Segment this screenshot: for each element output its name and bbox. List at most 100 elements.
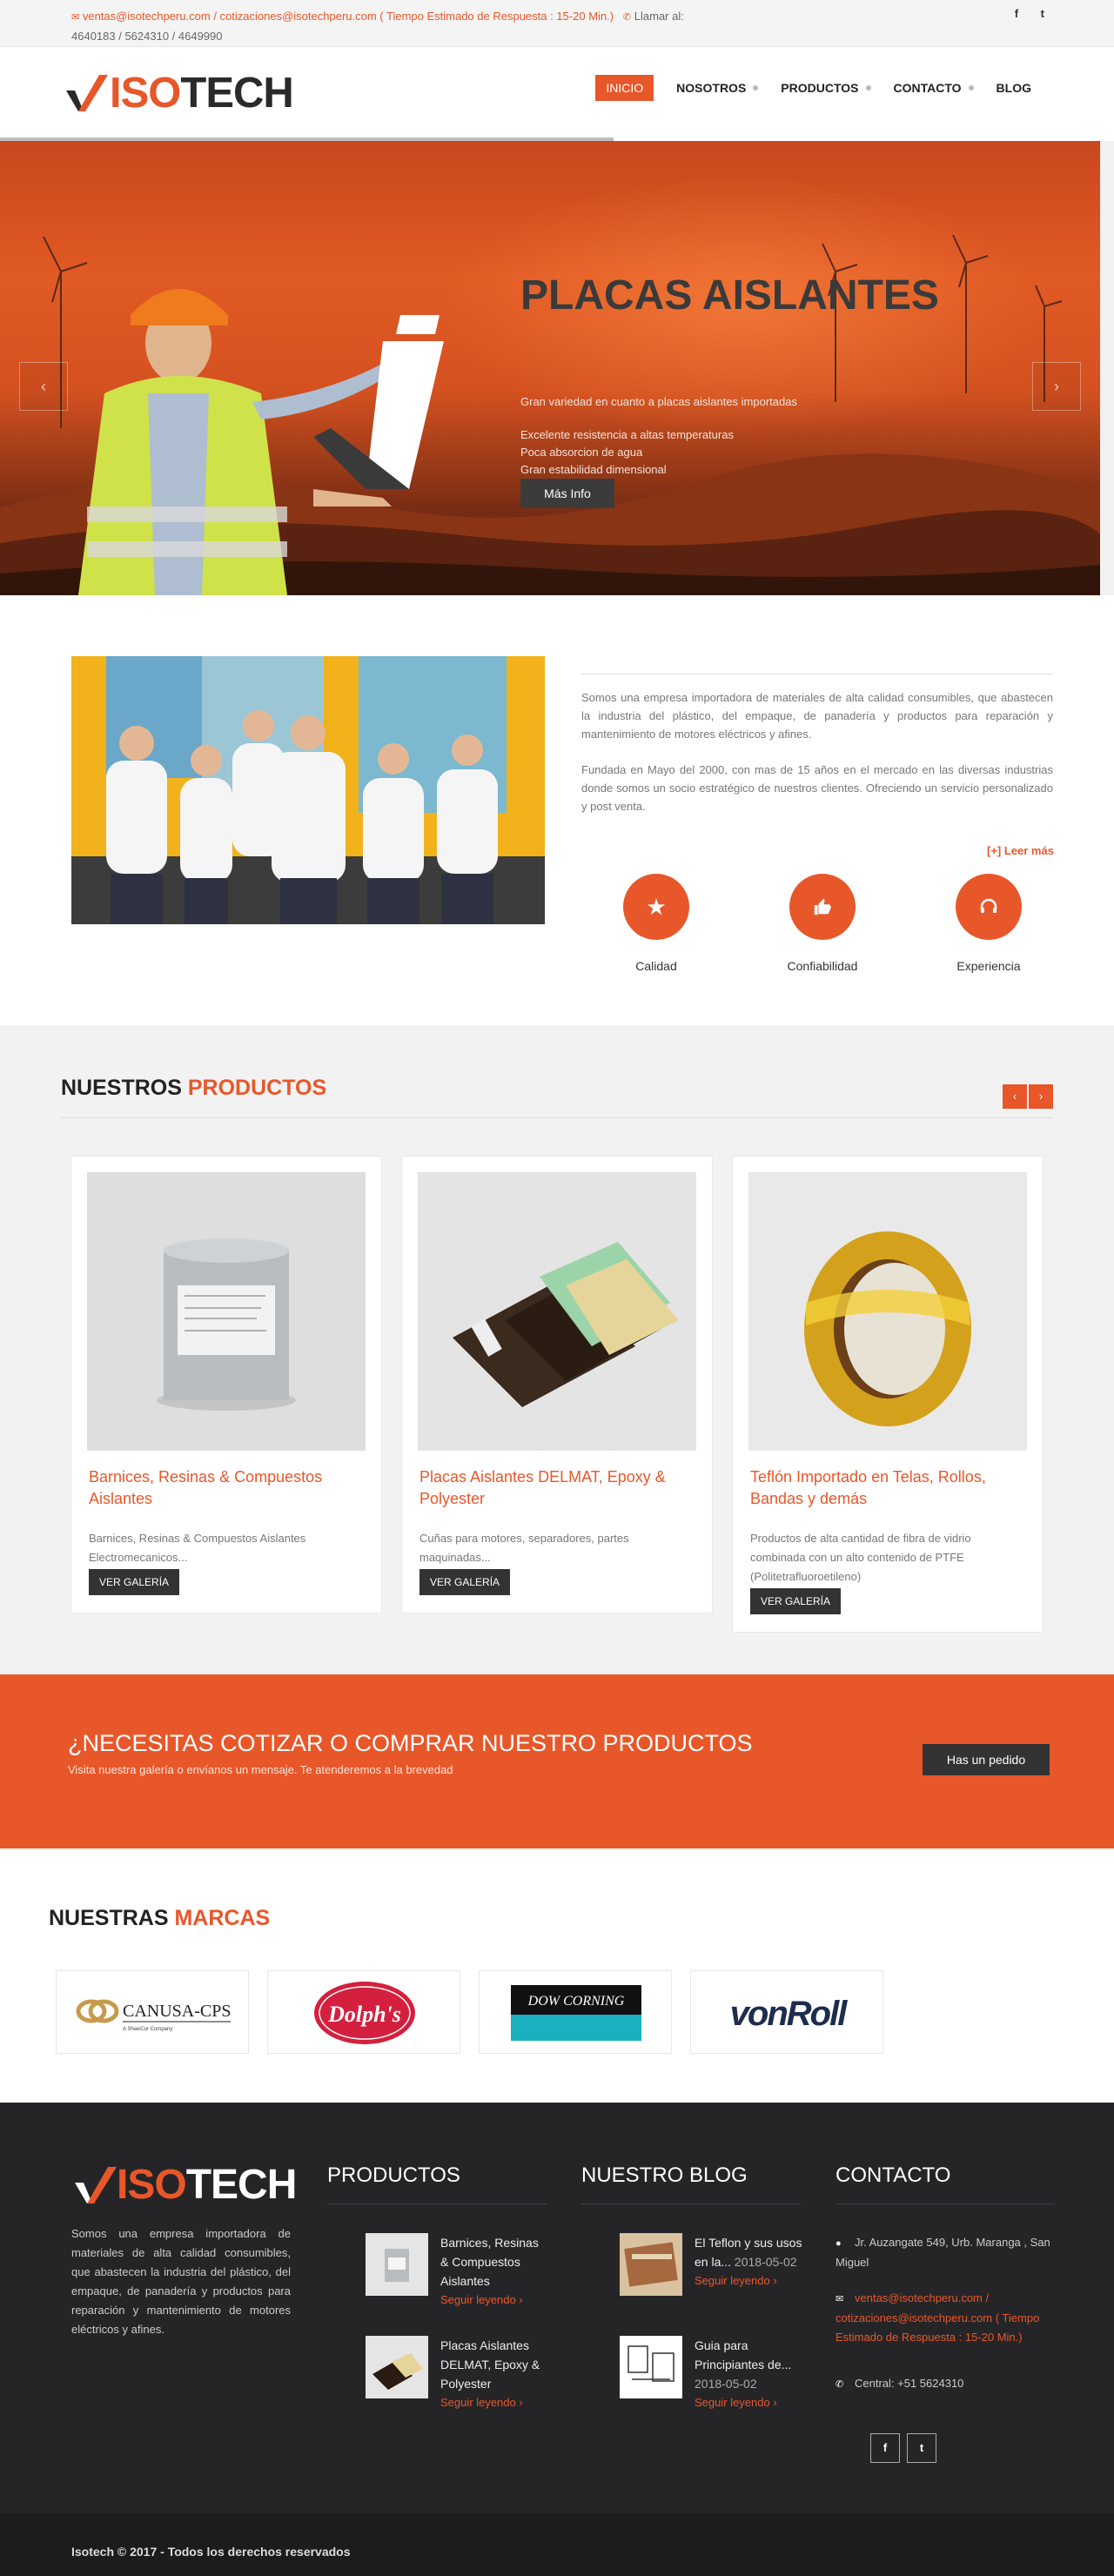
products-heading: NUESTROS PRODUCTOS [61,1076,327,1100]
hero-text: Gran variedad en cuanto a placas aislant… [520,395,797,476]
hero-more-info-button[interactable]: Más Info [520,479,614,508]
brand-vonroll[interactable]: vonRoll [690,1970,883,2054]
product-image-plates[interactable] [418,1172,696,1451]
feature-experiencia: Experiencia [928,874,1050,973]
svg-text:A ShawCor Company: A ShawCor Company [123,2027,172,2032]
main-nav: INICIO NOSOTROS PRODUCTOS CONTACTO BLOG [573,75,1031,101]
nav-nosotros[interactable]: NOSOTROS [676,81,759,95]
map-marker-icon: ● [836,2238,842,2249]
twitter-icon[interactable]: t [1041,7,1044,20]
top-bar: ✉ ventas@isotechperu.com / cotizaciones@… [0,0,1114,47]
dropdown-dot-icon [865,85,871,91]
product-title[interactable]: Teflón Importado en Telas, Rollos, Banda… [750,1466,1025,1522]
footer-social: ft [870,2433,943,2463]
products-next-icon[interactable]: › [1029,1084,1053,1109]
order-button[interactable]: Has un pedido [923,1744,1050,1775]
product-title[interactable]: Barnices, Resinas & Compuestos Aislantes [89,1466,364,1522]
phone-icon: ✆ [836,2379,844,2390]
brands-heading: NUESTRAS MARCAS [49,1906,271,1930]
logo-text: ISOTECH [110,70,294,117]
product-card[interactable]: Barnices, Resinas & Compuestos Aislantes… [70,1156,382,1613]
cta-banner: ¿NECESITAS COTIZAR O COMPRAR NUESTRO PRO… [0,1674,1114,1848]
svg-text:CANUSA-CPS: CANUSA-CPS [123,2002,231,2021]
footer-email: ✉ ventas@isotechperu.com / cotizaciones@i… [836,2291,1040,2344]
about-section: Somos una empresa importadora de materia… [0,595,1114,1025]
page-scrollbar[interactable] [1100,141,1114,595]
footer-phone: ✆ Central: +51 5624310 [836,2374,1053,2394]
product-card[interactable]: Teflón Importado en Telas, Rollos, Banda… [732,1156,1044,1633]
product-title[interactable]: Placas Aislantes DELMAT, Epoxy & Polyest… [419,1466,695,1522]
view-gallery-button[interactable]: VER GALERÍA [750,1588,842,1614]
feature-confiabilidad: Confiabilidad [762,874,883,973]
facebook-icon[interactable]: f [870,2433,900,2463]
product-desc: Cuñas para motores, separadores, partes … [419,1532,629,1564]
feature-calidad: ★ Calidad [595,874,717,973]
footer-blog-title: NUESTRO BLOG [581,2163,801,2204]
footer-products-title: PRODUCTOS [327,2163,547,2204]
product-image-can[interactable] [87,1172,366,1451]
read-more-link[interactable]: [+] Leer más [987,844,1054,857]
footer-logo[interactable]: ISOTECH [73,2162,299,2209]
star-icon: ★ [623,874,689,940]
blog-thumb[interactable] [620,2233,682,2296]
slider-prev-arrow-icon[interactable]: ‹ [19,362,68,411]
facebook-icon[interactable]: f [1015,7,1018,20]
cta-subtitle: Visita nuestra galería o envíanos un men… [68,1763,453,1776]
nav-productos[interactable]: PRODUCTOS [781,81,871,95]
hero-title: PLACAS AISLANTES [520,272,939,319]
nav-inicio[interactable]: INICIO [595,75,654,101]
team-photo [71,656,545,924]
view-gallery-button[interactable]: VER GALERÍA [419,1569,511,1595]
product-image-teflon-roll[interactable] [748,1172,1027,1451]
product-thumb[interactable] [366,2233,428,2296]
brand-canusa[interactable]: CANUSA-CPS A ShawCor Company [56,1970,249,2054]
dropdown-dot-icon [753,85,759,91]
hero-slider: PLACAS AISLANTES Gran variedad en cuanto… [0,141,1100,595]
svg-text:DOW CORNING: DOW CORNING [527,1994,625,2009]
footer-address: ● Jr. Auzangate 549, Urb. Maranga , San M… [836,2236,1050,2269]
read-more-link[interactable]: Seguir leyendo › [440,2393,548,2412]
brand-dow-corning[interactable]: DOW CORNING [479,1970,672,2054]
products-pager: ‹ › [1001,1084,1053,1109]
envelope-icon: ✉ [71,12,80,23]
logo-check-icon [66,75,108,111]
thumbs-up-icon [789,874,856,940]
footer-about: Somos una empresa importadora de materia… [71,2227,291,2336]
product-card[interactable]: Placas Aislantes DELMAT, Epoxy & Polyest… [401,1156,713,1613]
top-social: f t [996,7,1044,20]
phone-icon: ✆ [622,12,632,23]
svg-text:Dolph's: Dolph's [327,2002,401,2027]
svg-text:vonRoll: vonRoll [730,1995,849,2033]
wind-turbines-image [43,234,1063,595]
site-footer: ISOTECH Somos una empresa importadora de… [0,2103,1114,2513]
site-logo[interactable]: ISOTECH [64,70,294,117]
twitter-icon[interactable]: t [907,2433,936,2463]
product-thumb[interactable] [366,2336,428,2398]
footer-products-col: PRODUCTOS [327,2163,547,2204]
top-email-link[interactable]: ventas@isotechperu.com / cotizaciones@is… [83,10,614,23]
headset-icon [956,874,1022,940]
blog-thumb[interactable] [620,2336,682,2398]
footer-contact-title: CONTACTO [836,2163,1055,2204]
product-desc: Barnices, Resinas & Compuestos Aislantes… [89,1532,306,1564]
site-header: ISOTECH INICIO NOSOTROS PRODUCTOS CONTAC… [0,47,1114,141]
envelope-icon: ✉ [836,2294,844,2304]
read-more-link[interactable]: Seguir leyendo › [695,2393,802,2412]
copyright-bar: Isotech © 2017 - Todos los derechos rese… [0,2513,1114,2576]
products-section: NUESTROS PRODUCTOS ‹ › Barnices, Resinas … [0,1025,1114,1674]
dropdown-dot-icon [968,85,974,91]
brand-dolphs[interactable]: Dolph's [267,1970,460,2054]
products-prev-icon[interactable]: ‹ [1003,1084,1027,1109]
read-more-link[interactable]: Seguir leyendo › [695,2271,802,2291]
about-text: Somos una empresa importadora de materia… [581,674,1053,833]
product-desc: Productos de alta cantidad de fibra de v… [750,1532,971,1583]
view-gallery-button[interactable]: VER GALERÍA [89,1569,180,1595]
copyright-text: Isotech © 2017 - Todos los derechos rese… [71,2545,351,2559]
top-contact: ✉ ventas@isotechperu.com / cotizaciones@… [71,7,733,46]
brands-section: NUESTRAS MARCAS CANUSA-CPS A ShawCor Com… [0,1848,1114,2103]
call-label: Llamar al: [634,10,684,23]
nav-contacto[interactable]: CONTACTO [894,81,974,95]
read-more-link[interactable]: Seguir leyendo › [440,2291,548,2310]
nav-blog[interactable]: BLOG [997,81,1031,95]
slider-next-arrow-icon[interactable]: › [1032,362,1081,411]
